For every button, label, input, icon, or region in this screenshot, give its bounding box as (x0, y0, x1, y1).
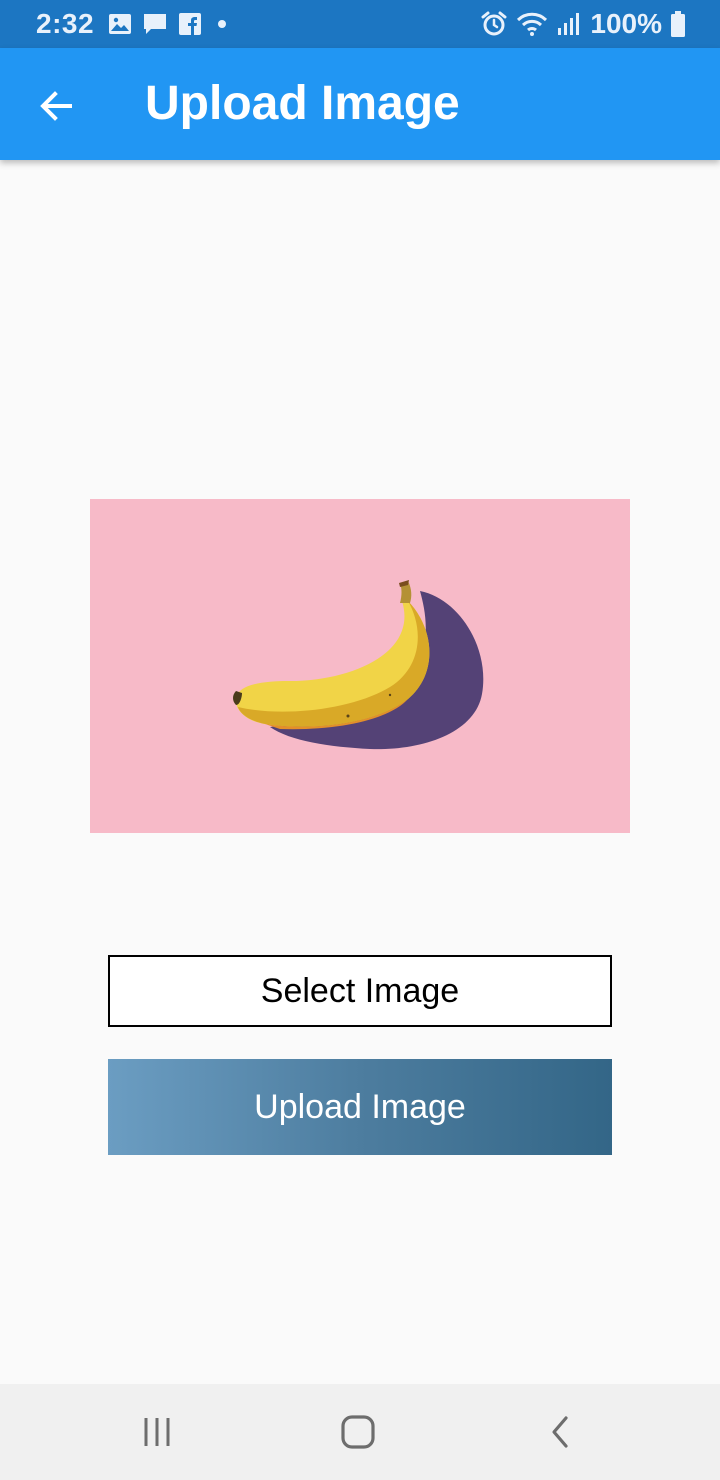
status-time: 2:32 (36, 8, 95, 39)
banana-image (90, 499, 630, 833)
status-system-icons: 100% (480, 8, 686, 40)
wifi-icon (517, 12, 548, 36)
back-button[interactable] (28, 78, 84, 134)
select-image-button[interactable]: Select Image (108, 955, 612, 1027)
recents-button[interactable] (125, 1404, 189, 1460)
recents-icon (144, 1418, 170, 1446)
status-notification-icons (108, 10, 232, 38)
dot-icon (218, 20, 226, 28)
system-back-button[interactable] (528, 1404, 592, 1460)
message-icon (144, 14, 166, 34)
page-title: Upload Image (145, 77, 460, 130)
alarm-icon (481, 11, 507, 36)
back-icon (552, 1416, 568, 1448)
home-button[interactable] (326, 1404, 390, 1460)
arrow-back-icon (40, 91, 72, 121)
battery-percent: 100% (590, 8, 662, 39)
signal-icon (558, 13, 580, 35)
facebook-icon (179, 13, 201, 35)
home-icon (341, 1415, 375, 1449)
image-preview (90, 499, 630, 833)
battery-icon (671, 11, 685, 37)
gallery-icon (109, 14, 131, 34)
status-bar: 2:32 100% (0, 0, 720, 48)
upload-image-button[interactable]: Upload Image (108, 1059, 612, 1155)
navigation-bar (0, 1384, 720, 1480)
app-bar: Upload Image (0, 48, 720, 160)
